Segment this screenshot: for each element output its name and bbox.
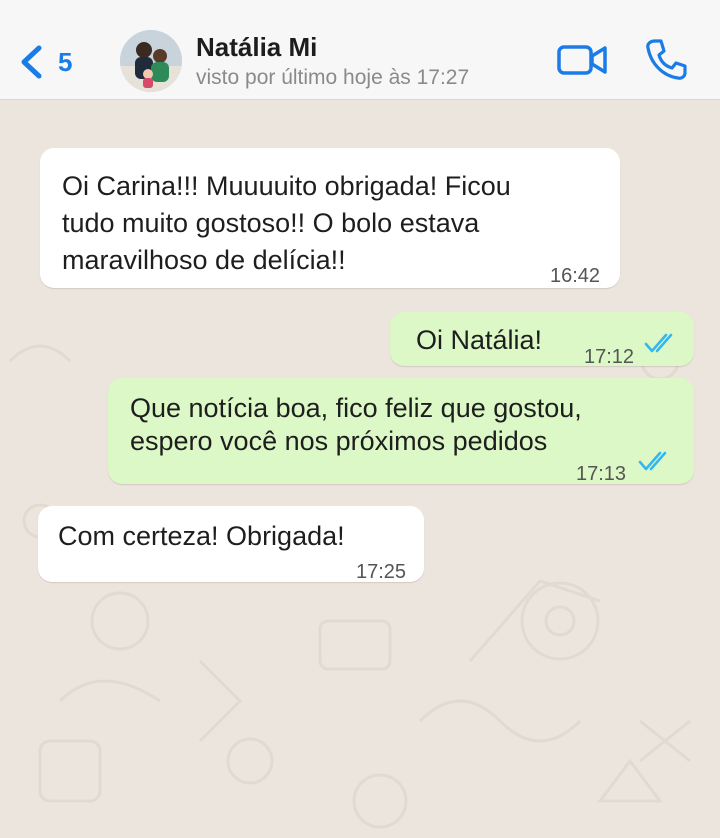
message-time: 16:42 xyxy=(550,265,601,287)
avatar[interactable] xyxy=(120,30,182,92)
phone-icon[interactable] xyxy=(642,36,690,84)
message-bubble-outgoing[interactable]: Que notícia boa, fico feliz que gostou, … xyxy=(108,378,694,485)
double-check-icon xyxy=(644,333,673,353)
video-camera-icon[interactable] xyxy=(556,40,608,80)
message-time: 17:12 xyxy=(584,346,635,368)
message-time: 17:13 xyxy=(576,463,627,485)
unread-count: 5 xyxy=(58,46,73,77)
message-line: Oi Natália! xyxy=(416,325,543,355)
message-bubble-incoming[interactable]: Com certeza! Obrigada! 17:25 xyxy=(38,506,424,583)
chevron-left-icon xyxy=(21,45,42,79)
message-bubble-outgoing[interactable]: Oi Natália! 17:12 xyxy=(390,312,694,368)
message-time: 17:25 xyxy=(356,561,407,583)
message-line: espero você nos próximos pedidos xyxy=(130,426,548,456)
last-seen-status: visto por último hoje às 17:27 xyxy=(196,66,470,89)
message-bubble-incoming[interactable]: Oi Carina!!! Muuuuito obrigada! Ficou tu… xyxy=(40,148,620,288)
message-line: Oi Carina!!! Muuuuito obrigada! Ficou xyxy=(62,171,511,201)
message-line: tudo muito gostoso!! O bolo estava xyxy=(62,208,480,238)
message-line: Com certeza! Obrigada! xyxy=(58,521,345,551)
message-line: maravilhoso de delícia!! xyxy=(62,245,346,275)
double-check-icon xyxy=(638,451,667,471)
back-button[interactable]: 5 xyxy=(18,40,72,84)
contact-name[interactable]: Natália Mi xyxy=(196,32,317,63)
message-line: Que notícia boa, fico feliz que gostou, xyxy=(130,393,582,423)
chat-header: 5 Natália Mi visto por último hoje às 17… xyxy=(0,0,720,100)
